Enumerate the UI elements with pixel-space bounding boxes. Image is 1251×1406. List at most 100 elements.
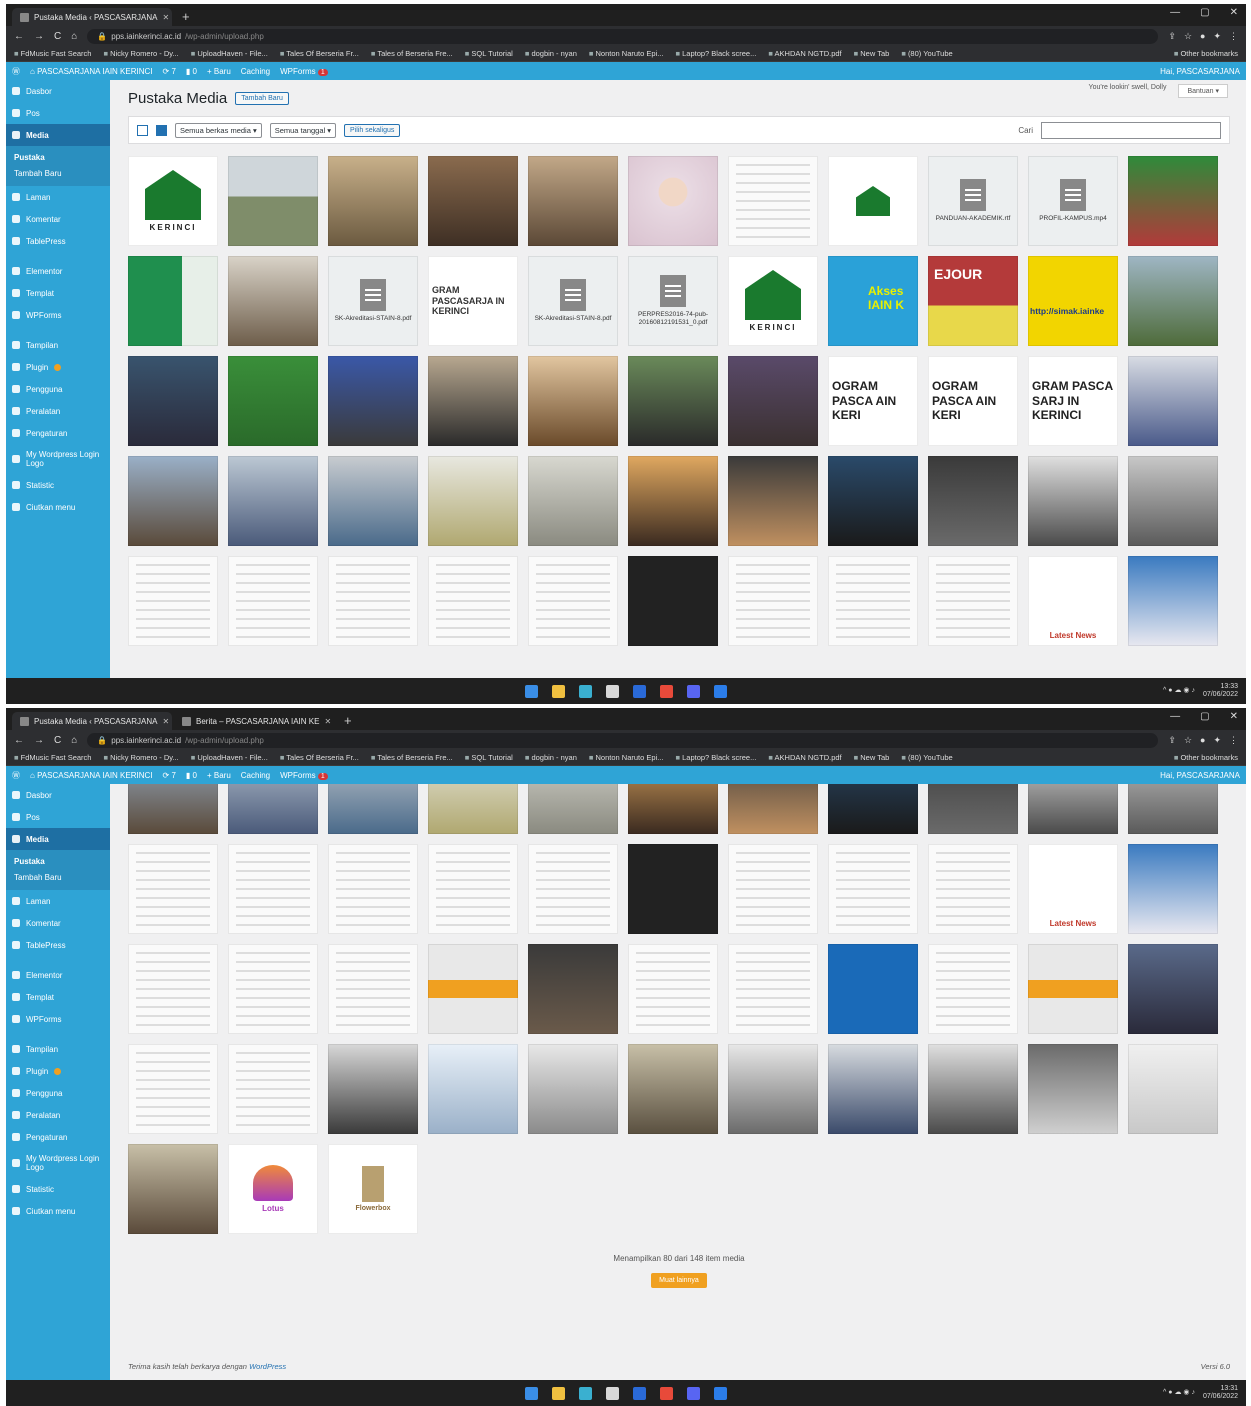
load-more-button[interactable]: Muat lainnya	[651, 1273, 707, 1288]
howdy-user-link[interactable]: Hai, PASCASARJANA	[1160, 67, 1240, 76]
media-tile-screenshot[interactable]	[828, 844, 918, 934]
media-tile-screenshot[interactable]	[328, 556, 418, 646]
sidebar-item-elementor[interactable]: Elementor	[6, 260, 110, 282]
media-tile-photo[interactable]	[228, 156, 318, 246]
maximize-icon[interactable]: ▢	[1200, 711, 1209, 722]
media-tile-screenshot[interactable]: Latest News	[1028, 844, 1118, 934]
sidebar-item-plugin[interactable]: Plugin	[6, 1060, 110, 1082]
share-icon[interactable]: ⇪	[1168, 31, 1176, 42]
close-tab-icon[interactable]: ✕	[324, 717, 331, 726]
media-tile-photo[interactable]	[328, 456, 418, 546]
new-content-link[interactable]: + Baru	[207, 771, 231, 780]
sidebar-item-pengaturan[interactable]: Pengaturan	[6, 1126, 110, 1148]
bookmark[interactable]: Tales of Berseria Fre...	[371, 753, 452, 762]
media-tile-screenshot[interactable]	[628, 944, 718, 1034]
media-tile-photo[interactable]	[928, 1044, 1018, 1134]
bulk-select-button[interactable]: Pilih sekaligus	[344, 123, 401, 137]
reload-icon[interactable]: C	[54, 735, 61, 746]
bookmark[interactable]: Nicky Romero - Dy...	[103, 753, 179, 762]
bookmark[interactable]: FdMusic Fast Search	[14, 49, 92, 58]
grid-view-icon[interactable]	[156, 124, 167, 136]
start-icon[interactable]	[525, 684, 538, 698]
media-tile-photo[interactable]	[628, 156, 718, 246]
close-window-icon[interactable]: ✕	[1230, 711, 1238, 722]
sidebar-item-pengaturan[interactable]: Pengaturan	[6, 422, 110, 444]
media-tile-photo[interactable]	[328, 1044, 418, 1134]
media-tile-photo[interactable]	[228, 256, 318, 346]
url-input[interactable]: 🔒 pps.iainkerinci.ac.id/wp-admin/upload.p…	[87, 28, 1159, 44]
browser-tab[interactable]: Berita – PASCASARJANA IAIN KE ✕	[174, 712, 334, 730]
file-explorer-icon[interactable]	[552, 684, 565, 698]
puzzle-icon[interactable]: ✦	[1213, 31, 1221, 42]
browser-tab[interactable]: Pustaka Media ‹ PASCASARJANA ✕	[12, 8, 172, 26]
media-tile-screenshot[interactable]	[628, 844, 718, 934]
media-tile-photo[interactable]	[428, 784, 518, 834]
media-tile-banner[interactable]: GRAM PASCASARJA IN KERINCI	[428, 256, 518, 346]
media-tile-photo[interactable]	[1128, 256, 1218, 346]
media-tile-screenshot[interactable]	[828, 556, 918, 646]
media-tile-photo[interactable]	[1028, 1044, 1118, 1134]
media-tile-logo[interactable]	[828, 156, 918, 246]
sidebar-item-tampilan[interactable]: Tampilan	[6, 1038, 110, 1060]
media-type-select[interactable]: Semua berkas media ▾	[175, 122, 262, 138]
sidebar-item-pos[interactable]: Pos	[6, 806, 110, 828]
chrome-icon[interactable]	[660, 1386, 673, 1400]
media-tile-photo[interactable]	[528, 356, 618, 446]
bookmark[interactable]: (80) YouTube	[901, 49, 953, 58]
media-tile-logo[interactable]: KERINCI	[728, 256, 818, 346]
collapse-menu-button[interactable]: Ciutkan menu	[6, 1200, 110, 1222]
bookmark[interactable]: Tales of Berseria Fre...	[371, 49, 452, 58]
sidebar-item-login-logo[interactable]: My Wordpress Login Logo	[6, 444, 110, 474]
media-tile-photo[interactable]	[628, 1044, 718, 1134]
media-tile-banner[interactable]: OGRAM PASCA AIN KERI	[828, 356, 918, 446]
word-icon[interactable]	[714, 1386, 727, 1400]
media-tile-photo[interactable]	[328, 356, 418, 446]
howdy-user-link[interactable]: Hai, PASCASARJANA	[1160, 771, 1240, 780]
sidebar-item-elementor[interactable]: Elementor	[6, 964, 110, 986]
site-name-link[interactable]: ⌂ PASCASARJANA IAIN KERINCI	[30, 771, 153, 780]
bookmark[interactable]: Tales Of Berseria Fr...	[280, 49, 359, 58]
file-explorer-icon[interactable]	[552, 1386, 565, 1400]
bookmark[interactable]: UploadHaven - File...	[191, 753, 267, 762]
close-window-icon[interactable]: ✕	[1230, 7, 1238, 18]
sidebar-item-wpforms[interactable]: WPForms	[6, 304, 110, 326]
media-tile-screenshot[interactable]	[1128, 556, 1218, 646]
media-tile-screenshot[interactable]	[228, 556, 318, 646]
new-tab-button[interactable]: +	[336, 712, 360, 730]
sidebar-item-templat[interactable]: Templat	[6, 282, 110, 304]
media-tile-banner[interactable]: Akses IAIN K	[828, 256, 918, 346]
collapse-menu-button[interactable]: Ciutkan menu	[6, 496, 110, 518]
sidebar-item-templat[interactable]: Templat	[6, 986, 110, 1008]
discord-icon[interactable]	[687, 1386, 700, 1400]
bookmark[interactable]: dogbin - nyan	[525, 49, 576, 58]
sidebar-item-dasbor[interactable]: Dasbor	[6, 80, 110, 102]
media-tile-screenshot[interactable]	[428, 556, 518, 646]
minimize-icon[interactable]: —	[1170, 7, 1180, 18]
media-tile-screenshot[interactable]	[528, 556, 618, 646]
updates-link[interactable]: ⟳ 7	[163, 67, 176, 76]
bookmark[interactable]: AKHDAN NGTD.pdf	[768, 753, 842, 762]
media-tile-screenshot[interactable]	[928, 844, 1018, 934]
tray-icons[interactable]: ^ ● ☁ ◉ ♪	[1163, 687, 1195, 695]
new-content-link[interactable]: + Baru	[207, 67, 231, 76]
media-tile-banner[interactable]	[1028, 944, 1118, 1034]
submenu-tambah-baru[interactable]: Tambah Baru	[14, 870, 102, 886]
comments-link[interactable]: ▮ 0	[186, 67, 197, 76]
media-tile-banner[interactable]: http://simak.iainke	[1028, 256, 1118, 346]
media-tile-photo[interactable]	[828, 1044, 918, 1134]
back-icon[interactable]: ←	[14, 735, 24, 746]
submenu-tambah-baru[interactable]: Tambah Baru	[14, 166, 102, 182]
bookmark[interactable]: Laptop? Black scree...	[675, 753, 756, 762]
media-tile-screenshot[interactable]	[728, 944, 818, 1034]
sidebar-item-tablepress[interactable]: TablePress	[6, 230, 110, 252]
media-tile-screenshot[interactable]	[1128, 844, 1218, 934]
close-tab-icon[interactable]: ✕	[162, 13, 169, 22]
back-icon[interactable]: ←	[14, 31, 24, 42]
clock[interactable]: 13:31 07/06/2022	[1203, 1385, 1238, 1400]
bookmark[interactable]: Nonton Naruto Epi...	[589, 753, 664, 762]
media-tile-file[interactable]: SK-Akreditasi-STAIN-8.pdf	[328, 256, 418, 346]
sidebar-item-komentar[interactable]: Komentar	[6, 912, 110, 934]
media-tile-photo[interactable]	[528, 784, 618, 834]
media-tile-photo[interactable]	[928, 784, 1018, 834]
media-tile-screenshot[interactable]	[728, 556, 818, 646]
